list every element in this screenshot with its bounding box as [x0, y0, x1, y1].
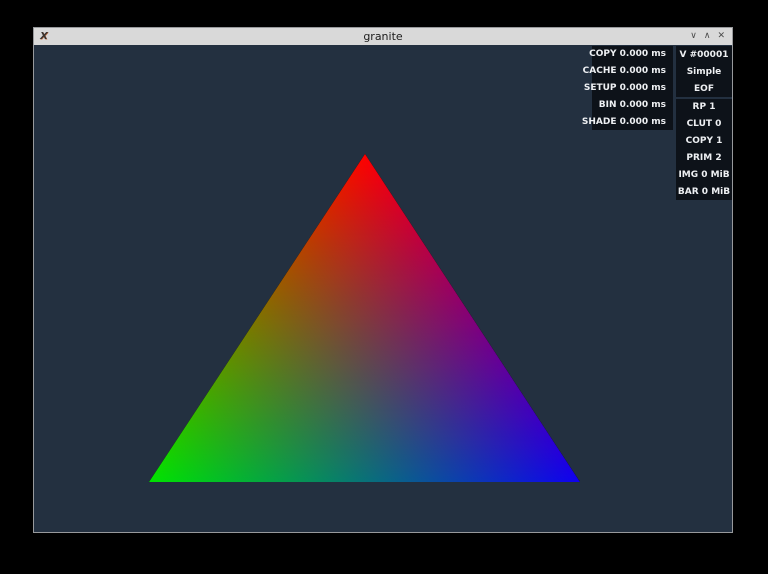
hud-counters-panel: RP 1 CLUT 0 COPY 1 PRIM 2 IMG 0 MiB BAR … [676, 99, 732, 200]
counter-row: PRIM 2 [686, 153, 721, 163]
timing-row: SETUP 0.000 ms [584, 83, 666, 93]
counter-row: CLUT 0 [687, 119, 722, 129]
counter-row: COPY 1 [686, 136, 723, 146]
status-row: EOF [694, 84, 714, 94]
timing-row: BIN 0.000 ms [599, 100, 666, 110]
status-row: Simple [687, 67, 722, 77]
counter-row: IMG 0 MiB [678, 170, 729, 180]
timing-row: COPY 0.000 ms [589, 49, 666, 59]
status-row: V #00001 [680, 50, 729, 60]
app-window: X granite ∨ ∧ ✕ [33, 27, 733, 533]
counter-row: RP 1 [693, 102, 716, 112]
timing-row: CACHE 0.000 ms [583, 66, 666, 76]
close-button[interactable]: ✕ [717, 28, 725, 45]
render-viewport: COPY 0.000 ms CACHE 0.000 ms SETUP 0.000… [34, 45, 732, 532]
rgb-triangle [149, 154, 580, 482]
window-title: granite [34, 30, 732, 43]
timing-row: SHADE 0.000 ms [582, 117, 666, 127]
counter-row: BAR 0 MiB [678, 187, 730, 197]
rgb-triangle-svg [149, 154, 580, 482]
hud-timings-panel: COPY 0.000 ms CACHE 0.000 ms SETUP 0.000… [592, 46, 673, 130]
maximize-button[interactable]: ∧ [704, 28, 711, 45]
titlebar[interactable]: X granite ∨ ∧ ✕ [34, 28, 732, 45]
window-controls: ∨ ∧ ✕ [690, 28, 725, 45]
shade-button[interactable]: ∨ [690, 28, 697, 45]
hud-status-panel: V #00001 Simple EOF [676, 46, 732, 97]
